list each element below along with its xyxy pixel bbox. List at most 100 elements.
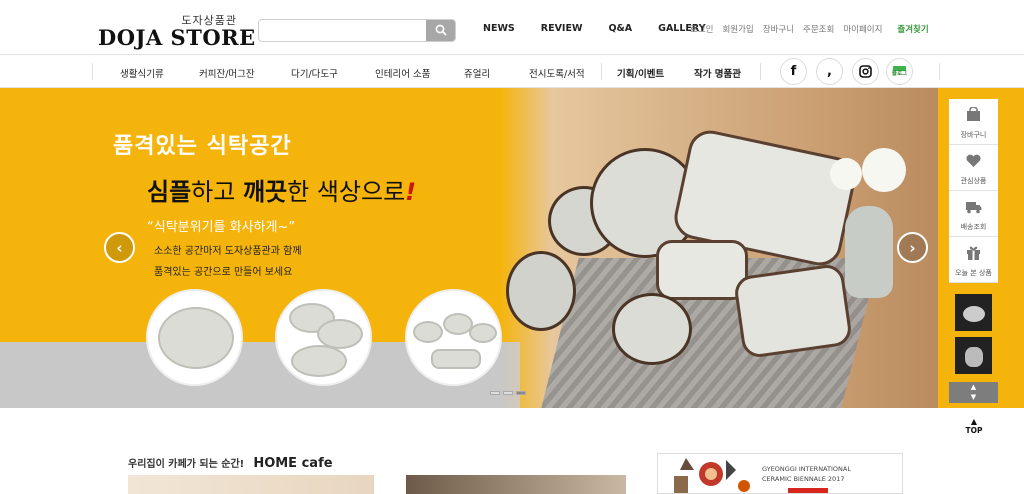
hero-subtitle-part: 한 색상으로 <box>287 178 406 206</box>
instagram-button[interactable] <box>852 58 879 85</box>
flower-image <box>862 148 906 192</box>
category-cups[interactable]: 커피잔/머그잔 <box>199 66 255 80</box>
divider <box>939 63 940 80</box>
cart-link[interactable]: 장바구니 <box>763 23 794 35</box>
divider <box>92 63 93 80</box>
category-artist[interactable]: 작가 명품관 <box>694 66 741 80</box>
blog-icon: 블로그 <box>887 59 912 84</box>
kakaostory-button[interactable]: , <box>816 58 843 85</box>
category-bar: 생활식기류 커피잔/머그잔 다기/다도구 인테리어 소품 쥬얼리 전시도록/서적… <box>0 55 1024 88</box>
search-button[interactable] <box>426 20 455 41</box>
quick-wishlist-label: 관심상품 <box>960 177 987 185</box>
search-box <box>258 19 456 42</box>
quick-scroll[interactable]: ▲ ▼ <box>949 382 998 403</box>
hero-description-line: 소소한 공간마저 도자상품관과 함께 <box>154 246 302 257</box>
vase-image <box>845 206 893 298</box>
top-button-label: TOP <box>965 426 983 435</box>
category-books[interactable]: 전시도록/서적 <box>529 66 585 80</box>
biennale-line: GYEONGGI INTERNATIONAL <box>762 465 851 473</box>
nav-news[interactable]: NEWS <box>483 23 515 34</box>
flower-image <box>830 158 862 190</box>
quick-delivery[interactable]: 배송조회 <box>949 191 998 237</box>
bowl-image <box>158 307 234 369</box>
category-tableware[interactable]: 생활식기류 <box>120 66 164 80</box>
divider <box>760 63 761 80</box>
quick-wishlist[interactable]: 관심상품 <box>949 145 998 191</box>
top-header: 도자상품관 DOJA STORE NEWS REVIEW Q&A GALLERY… <box>0 0 1024 55</box>
arrow-up-icon: ▲ <box>970 417 978 426</box>
product-thumbnail[interactable] <box>405 289 502 386</box>
bowl-image <box>612 293 692 365</box>
hero-subtitle: 심플하고 깨끗한 색상으로! <box>147 172 416 207</box>
shopping-bag-icon <box>967 107 980 121</box>
dish-image <box>431 349 481 369</box>
quick-recent-label: 오늘 본 상품 <box>955 269 992 277</box>
slide-dot[interactable] <box>503 391 513 395</box>
signup-link[interactable]: 회원가입 <box>722 23 753 35</box>
bowl-image <box>291 345 347 377</box>
top-button[interactable]: ▲ TOP <box>962 417 986 435</box>
hero-subtitle-part: 깨끗 <box>242 178 288 206</box>
biennale-red-bar <box>788 488 828 493</box>
category-interior[interactable]: 인테리어 소품 <box>375 66 430 80</box>
logo[interactable]: 도자상품관 DOJA STORE <box>98 12 255 50</box>
login-link[interactable]: 로그인 <box>690 23 713 35</box>
favorite-link[interactable]: 즐겨찾기 <box>897 23 928 35</box>
slide-dot[interactable] <box>490 391 500 395</box>
hero-prev-button[interactable]: ‹ <box>104 232 135 263</box>
quick-recent[interactable]: 오늘 본 상품 <box>949 237 998 283</box>
bowl-image <box>506 251 576 331</box>
home-cafe-heading: 우리집이 카페가 되는 순간! HOME cafe <box>128 452 333 471</box>
nav-review[interactable]: REVIEW <box>541 23 583 34</box>
blog-label: 블로그 <box>891 70 908 77</box>
chevron-right-icon: › <box>909 238 916 257</box>
mypage-link[interactable]: 마이페이지 <box>843 23 882 35</box>
quick-delivery-label: 배송조회 <box>960 223 987 231</box>
search-input[interactable] <box>259 20 427 41</box>
chevron-left-icon: ‹ <box>116 238 123 257</box>
blog-button[interactable]: 블로그 <box>886 58 913 85</box>
instagram-icon <box>853 59 878 84</box>
hero-quote: “식탁분위기를 화사하게~” <box>147 220 296 235</box>
hero-subtitle-part: 하고 <box>191 178 243 206</box>
category-event[interactable]: 기획/이벤트 <box>617 66 664 80</box>
hero-slider: 품격있는 식탁공간 심플하고 깨끗한 색상으로! “식탁분위기를 화사하게~” … <box>0 88 1024 408</box>
heart-icon <box>966 154 981 167</box>
home-cafe-image[interactable] <box>128 475 374 494</box>
quick-cart-label: 장바구니 <box>960 131 987 139</box>
bowl-image <box>413 321 443 343</box>
recent-product-thumbnail[interactable] <box>955 337 992 374</box>
recent-product-thumbnail[interactable] <box>955 294 992 331</box>
plate-image <box>732 262 854 360</box>
util-nav: 로그인 회원가입 장바구니 주문조회 마이페이지 즐겨찾기 <box>690 23 938 35</box>
home-cafe-image[interactable] <box>406 475 626 494</box>
chevron-down-icon[interactable]: ▼ <box>949 392 998 402</box>
hero-subtitle-part: 심플 <box>147 178 192 206</box>
biennale-line: CERAMIC BIENNALE 2017 <box>762 475 845 483</box>
slide-dot[interactable] <box>516 391 526 395</box>
hero-description: 소소한 공간마저 도자상품관과 함께 품격있는 공간으로 만들어 보세요 <box>154 241 302 283</box>
divider <box>601 63 602 80</box>
category-tea-set[interactable]: 다기/다도구 <box>291 66 338 80</box>
teapot-image <box>965 347 983 367</box>
hero-subtitle-part: ! <box>405 178 417 206</box>
gift-icon <box>967 246 980 260</box>
teapot-image <box>963 306 985 322</box>
facebook-button[interactable]: f <box>780 58 807 85</box>
chevron-up-icon[interactable]: ▲ <box>949 382 998 392</box>
facebook-icon: f <box>790 64 797 79</box>
product-thumbnail[interactable] <box>275 289 372 386</box>
hero-next-button[interactable]: › <box>897 232 928 263</box>
quick-cart[interactable]: 장바구니 <box>949 99 998 145</box>
hero-title: 품격있는 식탁공간 <box>113 134 292 159</box>
category-jewelry[interactable]: 쥬얼리 <box>464 66 490 80</box>
biennale-banner[interactable]: GYEONGGI INTERNATIONAL CERAMIC BIENNALE … <box>657 453 903 494</box>
product-thumbnail[interactable] <box>146 289 243 386</box>
biennale-artwork <box>674 458 750 493</box>
order-lookup-link[interactable]: 주문조회 <box>803 23 834 35</box>
kakaostory-icon: , <box>827 64 832 79</box>
nav-qna[interactable]: Q&A <box>608 23 632 34</box>
biennale-text: GYEONGGI INTERNATIONAL CERAMIC BIENNALE … <box>762 464 851 484</box>
slide-indicators <box>490 391 526 395</box>
home-cafe-title-kr: 우리집이 카페가 되는 순간! <box>128 459 245 470</box>
